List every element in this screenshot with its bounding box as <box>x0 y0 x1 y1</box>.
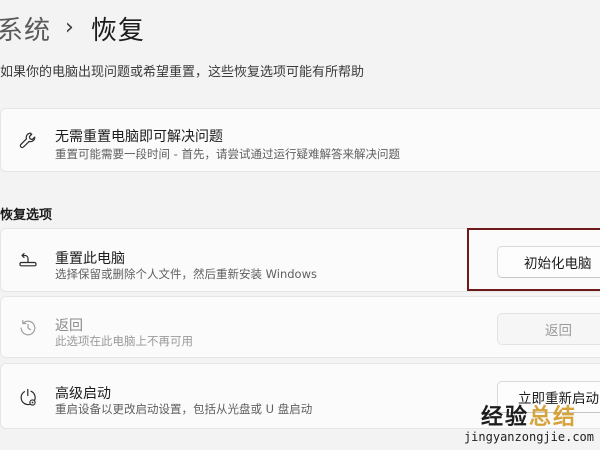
watermark-text-main: 经验 <box>480 405 529 430</box>
chevron-right-icon: › <box>65 14 75 40</box>
breadcrumb-parent-system[interactable]: 系统 <box>0 10 51 47</box>
reset-pc-icon <box>15 248 41 274</box>
section-title-recovery-options: 恢复选项 <box>0 208 53 223</box>
option-title: 高级启动 <box>55 386 111 402</box>
wrench-icon <box>15 128 41 154</box>
watermark: 经验总结 jingyanzongjie.com <box>463 406 594 445</box>
option-description: 重启设备以更改启动设置，包括从光盘或 U 盘启动 <box>55 402 313 416</box>
breadcrumb: 系统 › 恢复 <box>0 8 145 48</box>
watermark-url: jingyanzongjie.com <box>463 430 594 444</box>
page-title: 恢复 <box>90 15 145 46</box>
watermark-title: 经验总结 <box>464 406 594 430</box>
option-title: 重置此电脑 <box>55 251 125 267</box>
option-go-back: 返回 此选项在此电脑上不再可用 返回 <box>0 296 600 358</box>
troubleshoot-title: 无需重置电脑即可解决问题 <box>55 129 223 145</box>
option-description: 选择保留或删除个人文件，然后重新安装 Windows <box>55 267 317 281</box>
page-subtitle: 如果你的电脑出现问题或希望重置，这些恢复选项可能有所帮助 <box>0 65 365 80</box>
history-icon <box>15 315 41 341</box>
advanced-startup-icon <box>15 385 41 411</box>
go-back-button[interactable]: 返回 <box>497 313 600 345</box>
option-title: 返回 <box>55 318 83 334</box>
troubleshoot-description: 重置可能需要一段时间 - 首先，请尝试通过运行疑难解答来解决问题 <box>55 147 400 161</box>
option-description: 此选项在此电脑上不再可用 <box>55 334 193 348</box>
highlight-box <box>467 228 600 291</box>
watermark-text-accent: 总结 <box>528 405 577 430</box>
troubleshoot-card[interactable]: 无需重置电脑即可解决问题 重置可能需要一段时间 - 首先，请尝试通过运行疑难解答… <box>0 108 600 172</box>
